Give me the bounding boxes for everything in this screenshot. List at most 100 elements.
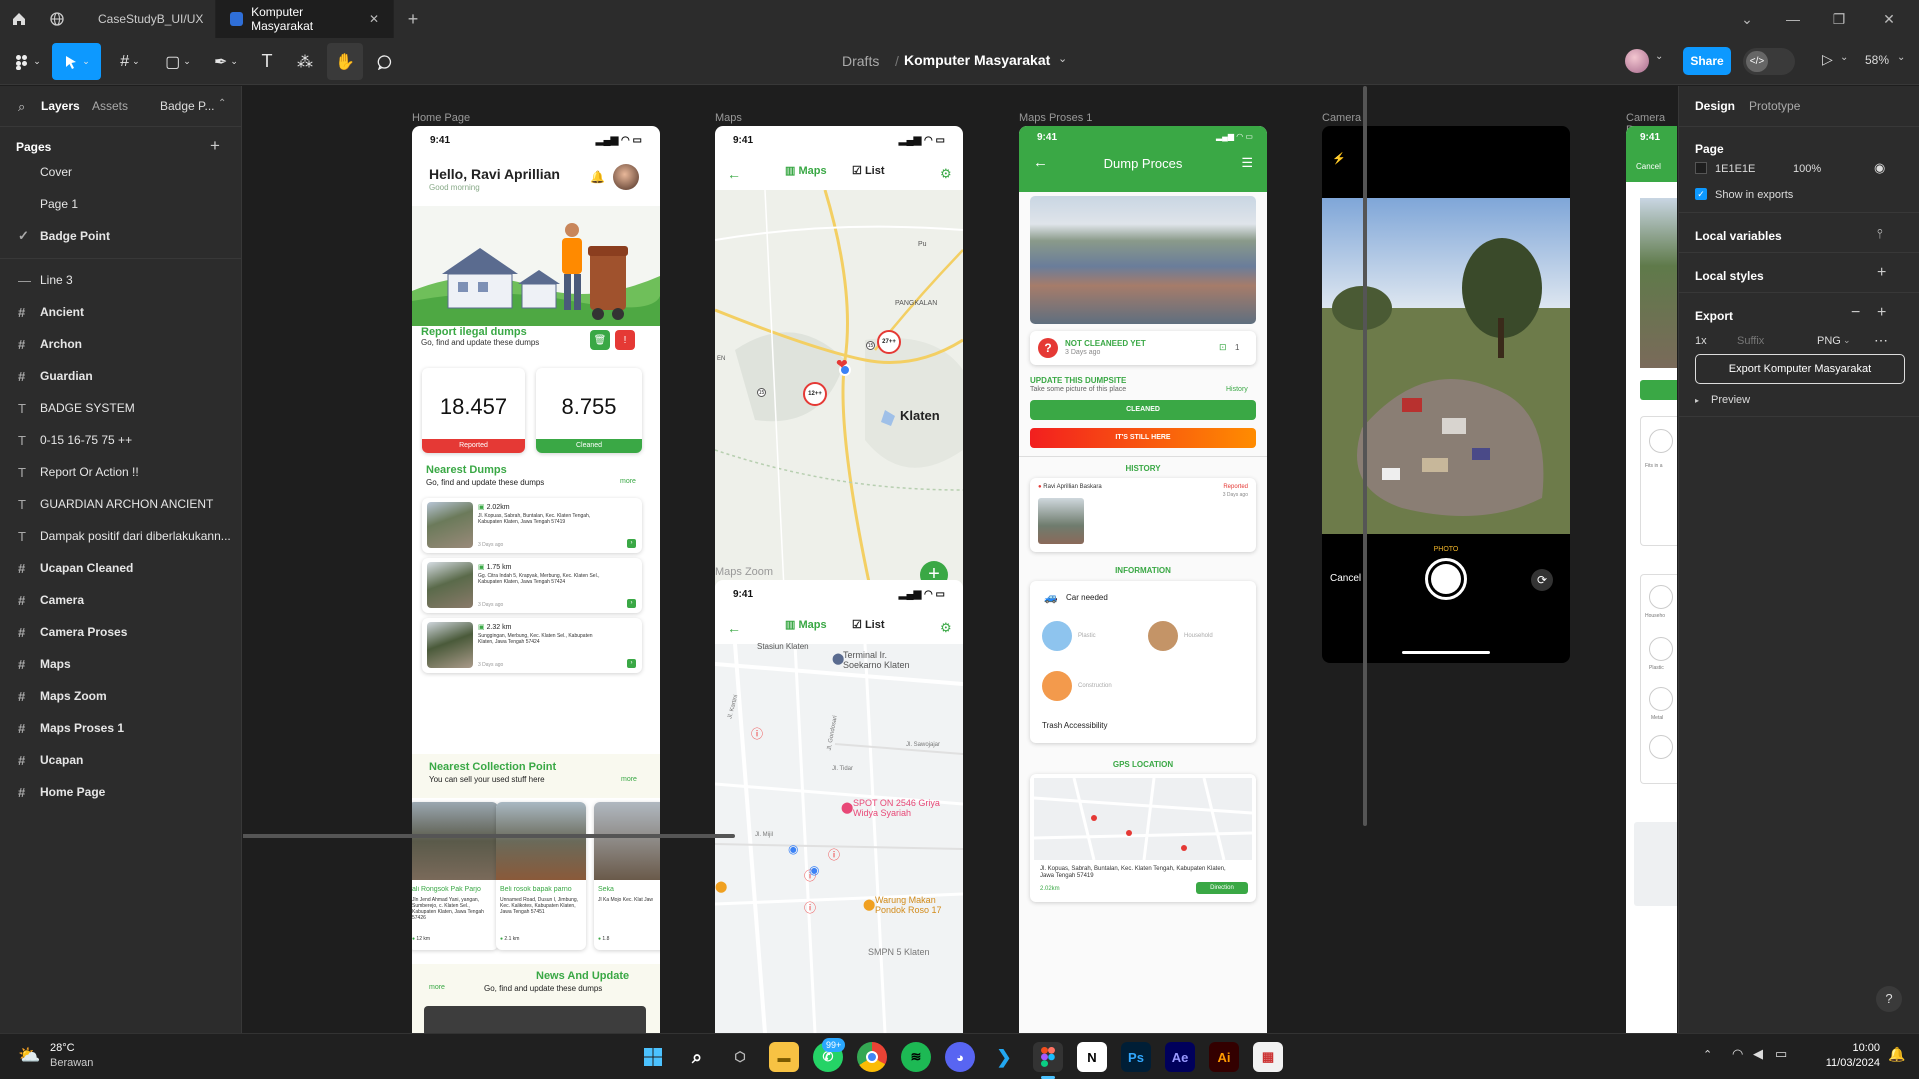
page-item-page1[interactable]: Page 1 (0, 188, 242, 220)
tab-assets[interactable]: Assets (92, 99, 128, 113)
home-page-frame[interactable]: 9:41 ▂▄▆ ◠ ▭ Hello, Ravi Aprillian Good m… (412, 126, 660, 1033)
bell-icon[interactable]: 🔔 (590, 170, 605, 184)
tab-layers[interactable]: Layers (41, 99, 80, 113)
notification-bell-icon[interactable]: 🔔 (1888, 1046, 1905, 1063)
clock-time[interactable]: 10:00 (1810, 1042, 1880, 1054)
frame-label-home[interactable]: Home Page (412, 112, 470, 124)
cancel-button[interactable]: Cancel (1330, 573, 1361, 584)
help-button[interactable]: ? (1876, 986, 1902, 1012)
back-arrow-icon[interactable]: ← (727, 620, 741, 636)
page-opacity-value[interactable]: 100% (1793, 163, 1821, 175)
collection-card[interactable]: ali Rongsok Pak Parjo Jln Jend Ahmad Yani… (412, 802, 498, 950)
add-page-icon[interactable]: + (210, 136, 220, 156)
export-suffix-input[interactable]: Suffix (1737, 335, 1764, 347)
poi-smpn[interactable]: SMPN 5 Klaten (868, 947, 930, 957)
layer-item[interactable]: # Archon (0, 328, 242, 360)
weather-icon[interactable]: ⛅ (18, 1045, 40, 1066)
still-here-button[interactable]: IT'S STILL HERE (1030, 428, 1256, 448)
calendar-app-icon[interactable]: ▦ (1253, 1042, 1283, 1072)
frame-label-camera[interactable]: Camera (1322, 112, 1361, 124)
frame-label-maps[interactable]: Maps (715, 112, 742, 124)
share-button[interactable]: Share (1683, 47, 1731, 75)
preview-toggle[interactable]: Preview (1711, 394, 1750, 406)
frame-tool-icon[interactable]: # ⌄ (110, 43, 150, 80)
cleaned-button[interactable]: CLEANED (1030, 400, 1256, 420)
chevron-down-icon[interactable]: ⌄ (1724, 0, 1770, 38)
dump-card[interactable]: ▣ 2.32 km Sunggingan, Merbung, Kec. Klate… (422, 618, 642, 673)
poi-spot-on[interactable]: SPOT ON 2546 Griya Widya Syariah (853, 798, 949, 818)
page-color-swatch[interactable] (1695, 162, 1707, 174)
layer-item[interactable]: T BADGE SYSTEM (0, 392, 242, 424)
pen-tool-icon[interactable]: ✒ ⌄ (206, 43, 246, 80)
file-explorer-icon[interactable]: ▬ (769, 1042, 799, 1072)
dump-pin-icon[interactable]: ⓘ (751, 725, 763, 742)
add-export-icon[interactable]: + (1877, 304, 1886, 322)
layer-item[interactable]: # Ucapan Cleaned (0, 552, 242, 584)
history-card[interactable]: ● Ravi Aprillian Baskara Reported 3 Days… (1030, 478, 1256, 552)
task-view-icon[interactable]: ⬡ (725, 1042, 755, 1072)
green-button[interactable] (1640, 380, 1677, 400)
gps-card[interactable]: Jl. Kopuas, Sabrah, Buntalan, Kec. Klate… (1030, 774, 1256, 902)
flash-icon[interactable]: ⚡ (1332, 152, 1346, 165)
page-item-badge-point[interactable]: ✓ Badge Point (0, 220, 242, 252)
show-in-exports-checkbox[interactable]: ✓ (1695, 188, 1707, 200)
windows-start-icon[interactable] (638, 1042, 668, 1072)
horizontal-scrollbar[interactable] (243, 834, 735, 838)
add-style-icon[interactable]: + (1877, 264, 1886, 282)
new-tab-icon[interactable]: + (394, 0, 432, 38)
frame-label-maps-zoom[interactable]: Maps Zoom (715, 566, 773, 578)
trash-button[interactable]: 🗑 (590, 330, 610, 350)
clock-date[interactable]: 11/03/2024 (1810, 1057, 1880, 1069)
nearest-more-link[interactable]: more (620, 478, 636, 485)
figma-icon[interactable] (1033, 1042, 1063, 1072)
layer-item[interactable]: T 0-15 16-75 75 ++ (0, 424, 242, 456)
page-item-cover[interactable]: Cover (0, 156, 242, 188)
dump-card[interactable]: ▣ 1.75 km Gg. Citra Indah 5, Krapyak, Mer… (422, 558, 642, 613)
layer-item[interactable]: # Maps Zoom (0, 680, 242, 712)
globe-icon[interactable] (38, 0, 76, 38)
collection-card[interactable]: Beli rosok bapak parno Unnamed Road, Dusu… (496, 802, 586, 950)
shape-tool-icon[interactable]: ▢ ⌄ (158, 43, 198, 80)
history-link[interactable]: History (1226, 386, 1248, 393)
tab-maps[interactable]: ▥ Maps (785, 164, 827, 177)
filter-icon[interactable]: ☰ (1241, 155, 1253, 171)
present-icon[interactable]: ▷ (1822, 51, 1833, 68)
dump-pin-icon[interactable]: ⓘ (804, 899, 816, 916)
switch-camera-icon[interactable]: ⟳ (1531, 569, 1553, 591)
variables-icon[interactable]: ⫯ (1877, 226, 1883, 242)
hand-tool-icon[interactable]: ✋ (327, 43, 363, 80)
volume-icon[interactable]: ◀ (1753, 1046, 1763, 1062)
maps-zoom-frame[interactable]: 9:41 ▂▄▆ ◠ ▭ ← ▥ Maps ☑ List ⚙ Stasiun Kl… (715, 580, 963, 1033)
layer-item[interactable]: # Home Page (0, 776, 242, 808)
chevron-right-icon[interactable]: › (627, 659, 636, 668)
layer-item[interactable]: # Guardian (0, 360, 242, 392)
remove-export-icon[interactable]: − (1851, 304, 1860, 322)
layer-item[interactable]: # Camera Proses (0, 616, 242, 648)
wifi-icon[interactable]: ◠ (1732, 1046, 1743, 1062)
tab-prototype[interactable]: Prototype (1749, 99, 1800, 113)
export-button[interactable]: Export Komputer Masyarakat (1695, 354, 1905, 384)
dump-card[interactable]: ▣ 2.02km Jl. Kopuas, Sabrah, Buntalan, Ke… (422, 498, 642, 553)
export-format[interactable]: PNG (1817, 335, 1841, 347)
layer-item[interactable]: # Ucapan (0, 744, 242, 776)
layer-item[interactable]: # Maps Proses 1 (0, 712, 242, 744)
layer-item[interactable]: T Dampak positif dari diberlakukann... (0, 520, 242, 552)
maps-proses-frame[interactable]: 9:41 ▂▄▆ ◠ ▭ ← Dump Proces ☰ ? NOT CLEAN… (1019, 126, 1267, 1033)
home-icon[interactable] (0, 0, 38, 38)
poi-terminal[interactable]: Terminal Ir. Soekarno Klaten (843, 650, 923, 670)
camera-frame[interactable]: ⚡ PHOTO Cancel ⟳ (1322, 126, 1570, 663)
comment-tool-icon[interactable] (370, 43, 400, 80)
collection-card[interactable]: Seka Jl Ka Mojo Kec. Klat Jaw ● 1.8 (594, 802, 660, 950)
layer-item[interactable]: # Maps (0, 648, 242, 680)
photo-mode-label[interactable]: PHOTO (1322, 546, 1570, 553)
vertical-scrollbar[interactable] (1363, 86, 1367, 826)
minimize-icon[interactable]: — (1770, 0, 1816, 38)
components-tool-icon[interactable]: ⁂ (290, 43, 320, 80)
canvas[interactable]: Home Page 9:41 ▂▄▆ ◠ ▭ Hello, Ravi Aprill… (243, 86, 1677, 1033)
move-tool-icon[interactable]: ⌄ (52, 43, 101, 80)
zoom-level[interactable]: 58% (1865, 53, 1889, 67)
dev-mode-toggle[interactable]: </> (1743, 48, 1795, 75)
vscode-icon[interactable]: ❯ (989, 1042, 1019, 1072)
notion-icon[interactable]: N (1077, 1042, 1107, 1072)
dump-cluster-pin[interactable]: 27++ (877, 330, 901, 354)
